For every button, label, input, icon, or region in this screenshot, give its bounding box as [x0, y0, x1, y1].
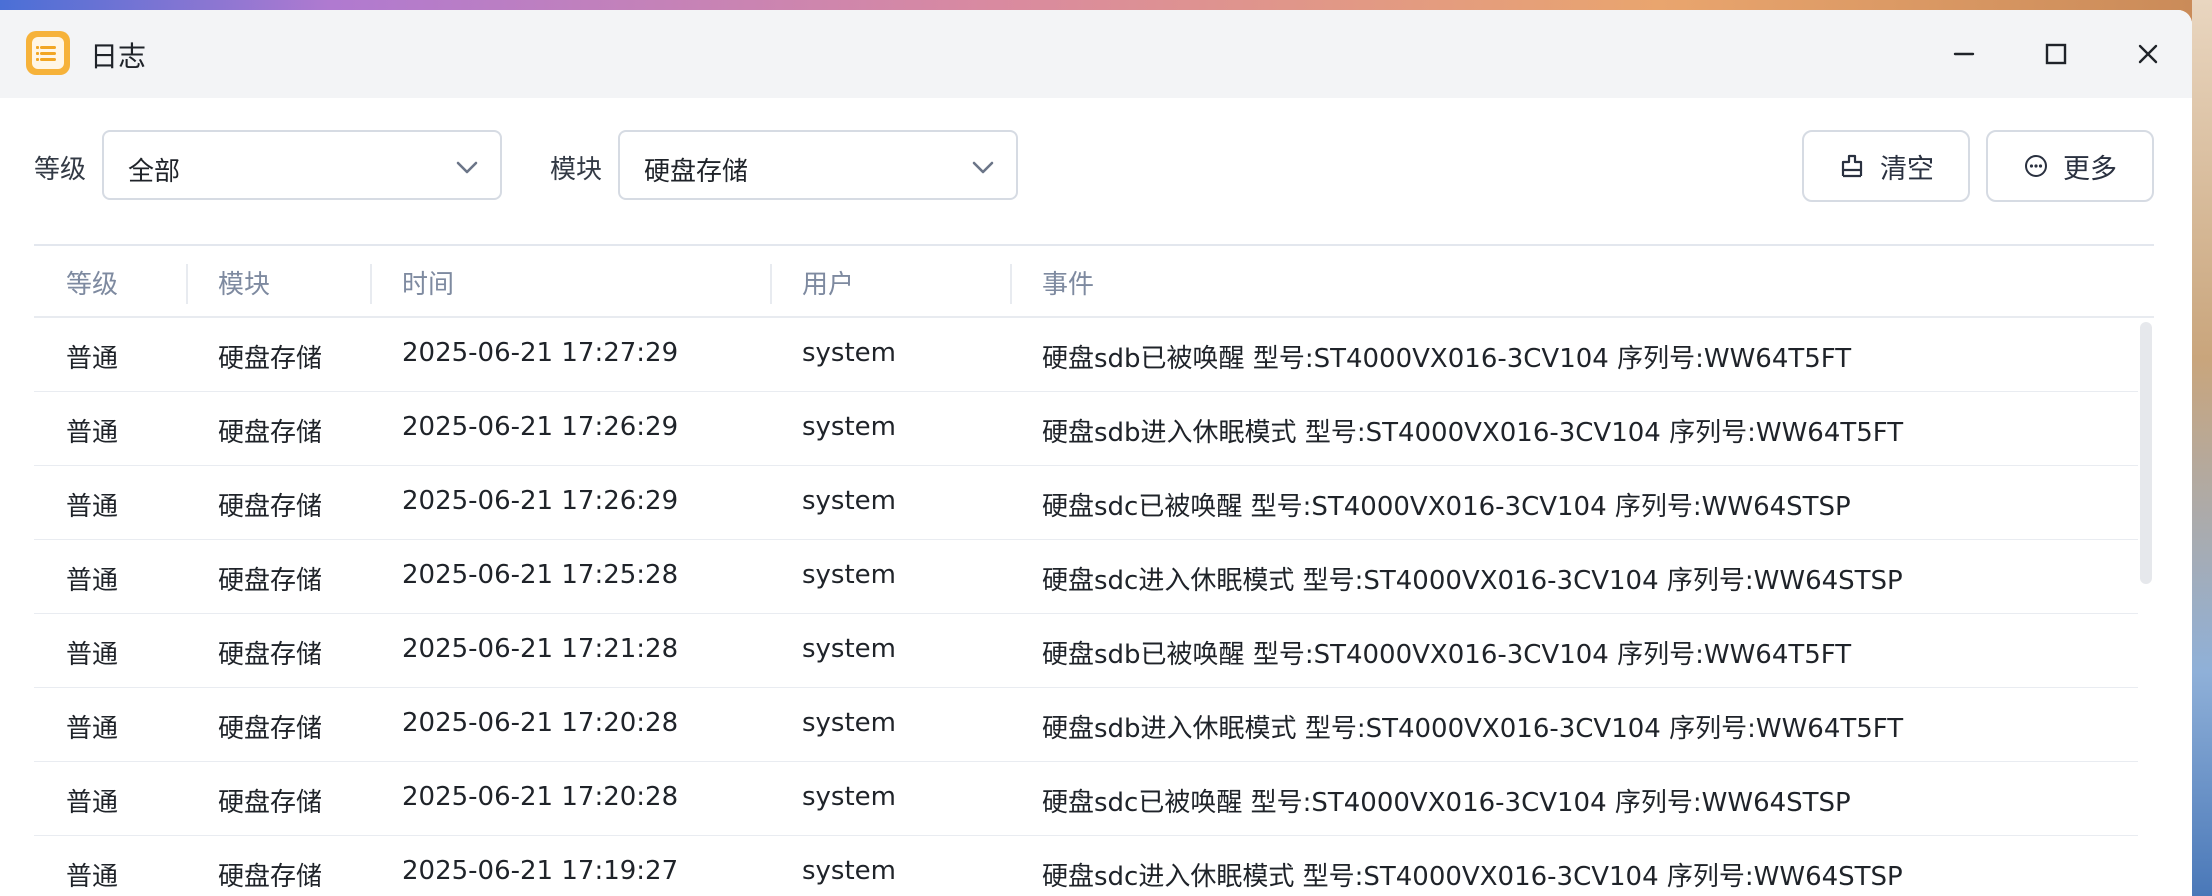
cell-module: 硬盘存储: [218, 566, 323, 596]
column-divider[interactable]: [1010, 264, 1012, 304]
column-divider[interactable]: [770, 264, 772, 304]
cell-module: 硬盘存储: [218, 492, 323, 522]
cell-time: 2025-06-21 17:26:29: [402, 486, 679, 516]
table-row[interactable]: 普通 硬盘存储 2025-06-21 17:20:28 system 硬盘sdc…: [34, 762, 2138, 836]
cell-level: 普通: [66, 418, 119, 448]
log-app-icon: [26, 31, 70, 75]
header-user[interactable]: 用户: [802, 264, 854, 301]
cell-event: 硬盘sdc已被唤醒 型号:ST4000VX016-3CV104 序列号:WW64…: [1042, 492, 1851, 522]
cell-module: 硬盘存储: [218, 862, 323, 892]
module-filter-label: 模块: [550, 155, 603, 185]
clear-button[interactable]: 清空: [1802, 130, 1970, 202]
cell-event: 硬盘sdb已被唤醒 型号:ST4000VX016-3CV104 序列号:WW64…: [1042, 344, 1852, 374]
cell-level: 普通: [66, 862, 119, 892]
close-icon: [2138, 44, 2158, 64]
module-filter-select[interactable]: 硬盘存储: [618, 130, 1018, 200]
cell-level: 普通: [66, 492, 119, 522]
clear-button-label: 清空: [1880, 153, 1934, 185]
minimize-button[interactable]: [1942, 32, 1986, 76]
header-level[interactable]: 等级: [66, 264, 118, 301]
cell-module: 硬盘存储: [218, 344, 323, 374]
cell-time: 2025-06-21 17:25:28: [402, 560, 679, 590]
cell-event: 硬盘sdc进入休眠模式 型号:ST4000VX016-3CV104 序列号:WW…: [1042, 566, 1903, 596]
table-row[interactable]: 普通 硬盘存储 2025-06-21 17:26:29 system 硬盘sdb…: [34, 392, 2138, 466]
table-row[interactable]: 普通 硬盘存储 2025-06-21 17:19:27 system 硬盘sdc…: [34, 836, 2138, 896]
header-time[interactable]: 时间: [402, 264, 454, 301]
cell-module: 硬盘存储: [218, 640, 323, 670]
broom-icon: [1841, 154, 1863, 178]
cell-event: 硬盘sdb已被唤醒 型号:ST4000VX016-3CV104 序列号:WW64…: [1042, 640, 1852, 670]
cell-user: system: [802, 412, 896, 442]
cell-user: system: [802, 634, 896, 664]
table-row[interactable]: 普通 硬盘存储 2025-06-21 17:20:28 system 硬盘sdb…: [34, 688, 2138, 762]
cell-time: 2025-06-21 17:27:29: [402, 338, 679, 368]
table-scrollbar[interactable]: [2140, 322, 2152, 584]
header-module[interactable]: 模块: [218, 264, 270, 301]
cell-user: system: [802, 338, 896, 368]
cell-time: 2025-06-21 17:21:28: [402, 634, 679, 664]
cell-event: 硬盘sdb进入休眠模式 型号:ST4000VX016-3CV104 序列号:WW…: [1042, 714, 1904, 744]
cell-level: 普通: [66, 714, 119, 744]
cell-user: system: [802, 560, 896, 590]
table-row[interactable]: 普通 硬盘存储 2025-06-21 17:26:29 system 硬盘sdc…: [34, 466, 2138, 540]
cell-time: 2025-06-21 17:20:28: [402, 708, 679, 738]
cell-level: 普通: [66, 566, 119, 596]
log-table: 等级 模块 时间 用户 事件 普通 硬盘存储 2025-06-21 17:27:…: [34, 244, 2154, 896]
cell-time: 2025-06-21 17:26:29: [402, 412, 679, 442]
header-event[interactable]: 事件: [1042, 264, 1094, 301]
level-filter-value: 全部: [128, 157, 181, 187]
maximize-icon: [2045, 43, 2067, 65]
cell-time: 2025-06-21 17:20:28: [402, 782, 679, 812]
more-button-label: 更多: [2063, 153, 2117, 185]
column-divider[interactable]: [370, 264, 372, 304]
chevron-down-icon: [972, 161, 994, 174]
table-body: 普通 硬盘存储 2025-06-21 17:27:29 system 硬盘sdb…: [34, 318, 2154, 896]
minimize-icon: [1953, 52, 1975, 56]
table-row[interactable]: 普通 硬盘存储 2025-06-21 17:25:28 system 硬盘sdc…: [34, 540, 2138, 614]
cell-module: 硬盘存储: [218, 418, 323, 448]
level-filter-select[interactable]: 全部: [102, 130, 502, 200]
chevron-down-icon: [456, 161, 478, 174]
window-title: 日志: [90, 40, 147, 73]
title-bar: 日志: [0, 10, 2192, 98]
cell-event: 硬盘sdc已被唤醒 型号:ST4000VX016-3CV104 序列号:WW64…: [1042, 788, 1851, 818]
column-divider[interactable]: [186, 264, 188, 304]
cell-user: system: [802, 708, 896, 738]
more-dots-icon: [2025, 155, 2047, 177]
desktop-background: [2192, 0, 2212, 896]
cell-level: 普通: [66, 640, 119, 670]
cell-event: 硬盘sdb进入休眠模式 型号:ST4000VX016-3CV104 序列号:WW…: [1042, 418, 1904, 448]
cell-level: 普通: [66, 344, 119, 374]
cell-user: system: [802, 856, 896, 886]
close-button[interactable]: [2126, 32, 2170, 76]
cell-user: system: [802, 486, 896, 516]
more-button[interactable]: 更多: [1986, 130, 2154, 202]
cell-time: 2025-06-21 17:19:27: [402, 856, 679, 886]
table-header: 等级 模块 时间 用户 事件: [34, 244, 2154, 318]
cell-event: 硬盘sdc进入休眠模式 型号:ST4000VX016-3CV104 序列号:WW…: [1042, 862, 1903, 892]
cell-level: 普通: [66, 788, 119, 818]
cell-module: 硬盘存储: [218, 714, 323, 744]
level-filter-label: 等级: [34, 155, 87, 185]
module-filter-value: 硬盘存储: [644, 157, 749, 187]
table-row[interactable]: 普通 硬盘存储 2025-06-21 17:21:28 system 硬盘sdb…: [34, 614, 2138, 688]
cell-user: system: [802, 782, 896, 812]
log-window: 日志 等级 全部 模块 硬盘存储 清空 更多 等级 模块 时间 用户 事件 普通…: [0, 10, 2192, 896]
table-row[interactable]: 普通 硬盘存储 2025-06-21 17:27:29 system 硬盘sdb…: [34, 318, 2138, 392]
maximize-button[interactable]: [2034, 32, 2078, 76]
cell-module: 硬盘存储: [218, 788, 323, 818]
